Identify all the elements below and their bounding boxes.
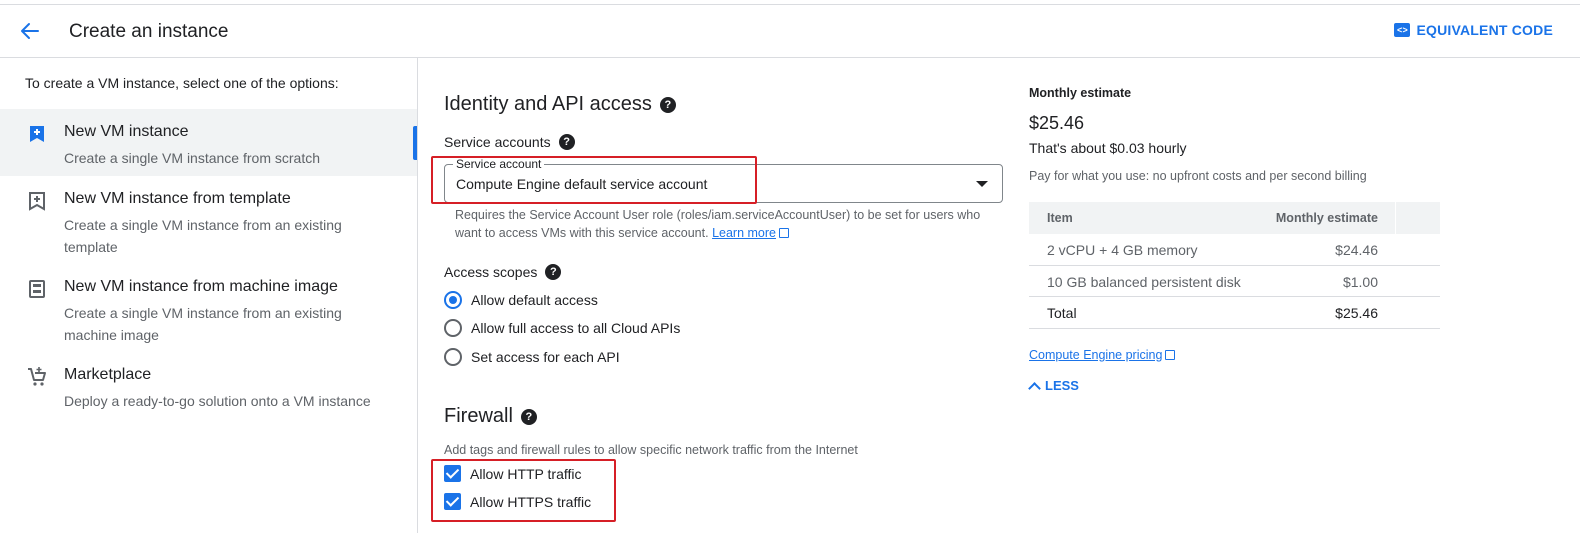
total-label: Total bbox=[1047, 305, 1077, 321]
estimate-amount: $25.46 bbox=[1029, 113, 1085, 133]
service-accounts-text: Service accounts bbox=[444, 134, 551, 150]
option-description: Create a single VM instance from an exis… bbox=[64, 217, 342, 255]
help-icon[interactable]: ? bbox=[545, 264, 562, 280]
column-separator bbox=[1395, 202, 1396, 234]
external-link-icon bbox=[1165, 350, 1176, 360]
firewall-heading: Firewall ? bbox=[444, 405, 537, 428]
identity-heading: Identity and API access ? bbox=[444, 93, 676, 116]
estimate-table: Item Monthly estimate 2 vCPU + 4 GB memo… bbox=[1029, 202, 1440, 329]
option-title: New VM instance from machine image bbox=[64, 278, 338, 295]
service-account-legend: Service account bbox=[453, 157, 545, 171]
row-item: 2 vCPU + 4 GB memory bbox=[1047, 242, 1198, 258]
chevron-up-icon bbox=[1028, 381, 1041, 395]
allow-https-label: Allow HTTPS traffic bbox=[470, 493, 592, 510]
template-icon bbox=[29, 192, 45, 211]
row-item: 10 GB balanced persistent disk bbox=[1047, 273, 1241, 290]
column-header-estimate: Monthly estimate bbox=[1275, 211, 1378, 225]
row-cost: $24.46 bbox=[1335, 242, 1378, 258]
estimate-note: Pay for what you use: no upfront costs a… bbox=[1029, 169, 1367, 183]
scope-full-access[interactable]: Allow full access to all Cloud APIs bbox=[444, 319, 680, 337]
estimate-hourly: That's about $0.03 hourly bbox=[1029, 140, 1187, 156]
allow-https-checkbox[interactable] bbox=[444, 493, 461, 510]
service-account-help: Requires the Service Account User role (… bbox=[455, 206, 995, 242]
external-link-icon bbox=[779, 228, 789, 238]
radio-button[interactable] bbox=[444, 348, 462, 366]
equivalent-code-label: EQUIVALENT CODE bbox=[1416, 22, 1553, 38]
arrow-back-icon bbox=[21, 23, 39, 39]
identity-heading-text: Identity and API access bbox=[444, 93, 652, 115]
row-cost: $1.00 bbox=[1342, 273, 1378, 290]
less-label: LESS bbox=[1045, 378, 1079, 393]
estimate-title: Monthly estimate bbox=[1029, 86, 1132, 100]
allow-https-checkbox-row[interactable]: Allow HTTPS traffic bbox=[444, 493, 591, 510]
option-marketplace[interactable]: Marketplace Deploy a ready-to-go solutio… bbox=[0, 352, 417, 422]
access-scopes-label: Access scopes ? bbox=[444, 264, 562, 280]
learn-more-link[interactable]: Learn more bbox=[712, 226, 776, 240]
machine-image-icon bbox=[29, 280, 45, 298]
access-scopes-text: Access scopes bbox=[444, 264, 538, 280]
scope-label: Set access for each API bbox=[471, 349, 620, 365]
option-description: Create a single VM instance from scratch bbox=[64, 150, 320, 166]
creation-options-panel: To create a VM instance, select one of t… bbox=[0, 58, 418, 533]
page-title: Create an instance bbox=[69, 21, 229, 42]
option-title: New VM instance from template bbox=[64, 190, 291, 207]
learn-more-label: Learn more bbox=[712, 226, 776, 240]
caret-down-icon bbox=[976, 181, 988, 187]
firewall-heading-text: Firewall bbox=[444, 405, 513, 427]
estimate-table-header: Item Monthly estimate bbox=[1029, 202, 1440, 234]
service-accounts-label: Service accounts ? bbox=[444, 134, 575, 150]
help-icon[interactable]: ? bbox=[659, 96, 676, 113]
table-row-total: Total $25.46 bbox=[1029, 297, 1440, 329]
table-row: 2 vCPU + 4 GB memory $24.46 bbox=[1029, 234, 1440, 266]
help-icon[interactable]: ? bbox=[558, 134, 575, 150]
option-description: Create a single VM instance from an exis… bbox=[64, 305, 342, 343]
firewall-description: Add tags and firewall rules to allow spe… bbox=[444, 443, 858, 457]
page-header: Create an instance <> EQUIVALENT CODE bbox=[0, 5, 1580, 58]
option-new-vm-from-machine-image[interactable]: New VM instance from machine image Creat… bbox=[0, 264, 417, 352]
cart-icon bbox=[28, 367, 46, 386]
add-box-icon bbox=[30, 126, 44, 142]
option-new-vm-instance[interactable]: New VM instance Create a single VM insta… bbox=[0, 109, 417, 176]
scope-allow-default[interactable]: Allow default access bbox=[444, 291, 598, 309]
options-intro: To create a VM instance, select one of t… bbox=[25, 75, 339, 91]
option-new-vm-from-template[interactable]: New VM instance from template Create a s… bbox=[0, 176, 417, 264]
pricing-link-label: Compute Engine pricing bbox=[1029, 348, 1163, 362]
option-description: Deploy a ready-to-go solution onto a VM … bbox=[64, 393, 371, 409]
back-button[interactable] bbox=[16, 17, 44, 45]
service-account-value: Compute Engine default service account bbox=[456, 176, 708, 192]
column-header-item: Item bbox=[1047, 211, 1073, 225]
option-title: New VM instance bbox=[64, 123, 189, 140]
compute-engine-pricing-link[interactable]: Compute Engine pricing bbox=[1029, 348, 1176, 362]
allow-http-label: Allow HTTP traffic bbox=[470, 465, 582, 482]
help-icon[interactable]: ? bbox=[520, 408, 537, 425]
equivalent-code-button[interactable]: <> EQUIVALENT CODE bbox=[1394, 22, 1553, 38]
service-account-select[interactable]: Service account Compute Engine default s… bbox=[444, 157, 1003, 203]
allow-http-checkbox-row[interactable]: Allow HTTP traffic bbox=[444, 465, 582, 482]
less-toggle-button[interactable]: LESS bbox=[1028, 378, 1079, 395]
scope-label: Allow full access to all Cloud APIs bbox=[471, 320, 681, 336]
allow-http-checkbox[interactable] bbox=[444, 465, 461, 482]
radio-button[interactable] bbox=[444, 319, 462, 337]
code-icon: <> bbox=[1394, 23, 1411, 37]
scope-label: Allow default access bbox=[471, 292, 598, 308]
table-row: 10 GB balanced persistent disk $1.00 bbox=[1029, 266, 1440, 297]
total-value: $25.46 bbox=[1335, 305, 1378, 321]
scope-per-api[interactable]: Set access for each API bbox=[444, 348, 620, 366]
radio-button-selected[interactable] bbox=[444, 291, 462, 309]
option-title: Marketplace bbox=[64, 366, 152, 383]
